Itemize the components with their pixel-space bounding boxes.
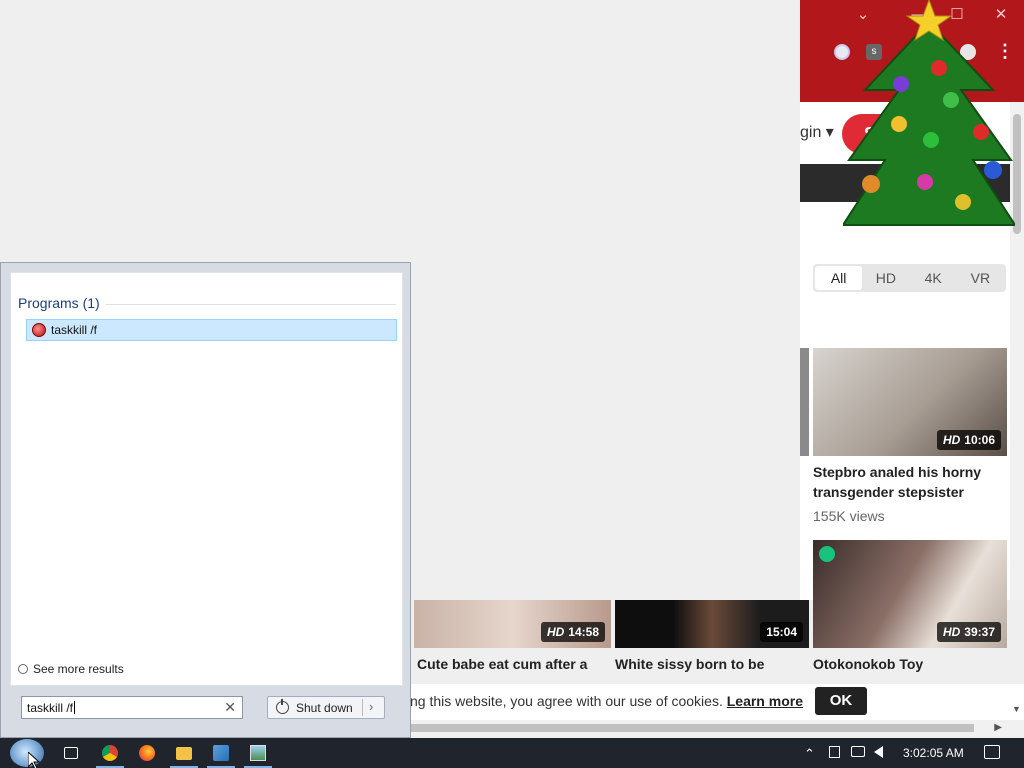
tray-app-icon[interactable] (829, 746, 840, 758)
start-search-input[interactable]: taskkill /f ✕ (21, 696, 243, 719)
horizontal-scrollbar[interactable]: ▶ (410, 720, 1024, 736)
video-thumbnail[interactable] (800, 348, 809, 456)
see-more-results-link[interactable]: See more results (18, 662, 124, 676)
search-icon (18, 664, 28, 674)
verified-icon (819, 546, 835, 562)
search-input-value: taskkill /f (27, 701, 76, 715)
search-result-taskkill[interactable]: taskkill /f (26, 319, 397, 341)
cookie-text: ng this website, you agree with our use … (410, 693, 803, 709)
filter-tab-hd[interactable]: HD (862, 266, 909, 290)
duration-badge: HD 39:37 (936, 622, 1001, 642)
video-thumbnail[interactable]: HD 14:58 (414, 600, 611, 648)
network-icon[interactable] (851, 746, 865, 757)
taskbar-chrome[interactable] (92, 738, 128, 768)
filter-tab-vr[interactable]: VR (957, 266, 1004, 290)
cookie-ok-button[interactable]: OK (815, 687, 867, 715)
power-icon (276, 699, 289, 714)
scrollbar-thumb[interactable] (410, 724, 974, 732)
image-viewer-icon (250, 745, 266, 761)
filter-tab-4k[interactable]: 4K (910, 266, 957, 290)
christmas-tree-overlay (843, 0, 1015, 226)
action-center-icon[interactable] (984, 745, 1000, 759)
firefox-icon (139, 745, 155, 761)
video-title-line[interactable]: Otokonokob Toy (813, 654, 923, 674)
clear-search-icon[interactable]: ✕ (224, 699, 236, 716)
programs-section-title: Programs (1) (18, 295, 100, 311)
folder-icon (176, 747, 192, 760)
see-more-label: See more results (33, 662, 124, 676)
start-menu: Programs (1) taskkill /f See more result… (0, 262, 411, 738)
task-view-button[interactable] (54, 738, 90, 768)
system-clock[interactable]: 3:02:05 AM (903, 746, 964, 760)
mouse-cursor-icon (28, 752, 40, 768)
chrome-icon (102, 745, 118, 761)
filter-tab-all[interactable]: All (815, 266, 863, 290)
taskbar-app[interactable] (203, 738, 239, 768)
program-icon (32, 323, 46, 337)
video-thumbnail[interactable]: HD 10:06 (813, 348, 1007, 456)
start-menu-results-pane: Programs (1) taskkill /f (10, 272, 403, 686)
search-result-label: taskkill /f (51, 323, 98, 337)
shutdown-button[interactable]: Shut down › (267, 696, 385, 719)
show-hidden-icons[interactable]: ⌃ (804, 746, 815, 762)
taskbar-file-explorer[interactable] (166, 738, 202, 768)
video-views: 155K views (813, 508, 885, 524)
taskbar-app[interactable] (240, 738, 276, 768)
task-view-icon (64, 747, 78, 759)
scroll-right-icon[interactable]: ▶ (994, 720, 1002, 736)
app-icon (213, 745, 229, 761)
cookie-banner: ng this website, you agree with our use … (410, 684, 1024, 720)
shutdown-options-arrow-icon[interactable]: › (369, 699, 373, 714)
section-divider (106, 304, 396, 305)
quality-filter-tabs: All HD 4K VR (813, 264, 1006, 292)
divider (362, 699, 363, 716)
duration-badge: HD 10:06 (936, 430, 1001, 450)
video-thumbnail[interactable]: 15:04 (615, 600, 809, 648)
video-title-line[interactable]: Stepbro analed his horny (813, 462, 981, 482)
shutdown-label: Shut down (296, 701, 353, 715)
taskbar: ⌃ 3:02:05 AM (0, 738, 1024, 768)
volume-icon[interactable] (874, 746, 883, 758)
video-title-line[interactable]: White sissy born to be (615, 654, 764, 674)
cookie-message: ng this website, you agree with our use … (410, 693, 723, 709)
login-link[interactable]: gin ▾ (800, 122, 834, 142)
duration-badge: 15:04 (760, 622, 803, 642)
scroll-down-icon[interactable]: ▼ (1012, 704, 1021, 714)
learn-more-link[interactable]: Learn more (727, 693, 803, 709)
duration-badge: HD 14:58 (540, 622, 605, 642)
video-title-line[interactable]: transgender stepsister (813, 482, 964, 502)
video-thumbnail[interactable]: HD 39:37 (813, 540, 1007, 648)
video-title-line[interactable]: Cute babe eat cum after a (417, 654, 587, 674)
taskbar-firefox[interactable] (129, 738, 165, 768)
